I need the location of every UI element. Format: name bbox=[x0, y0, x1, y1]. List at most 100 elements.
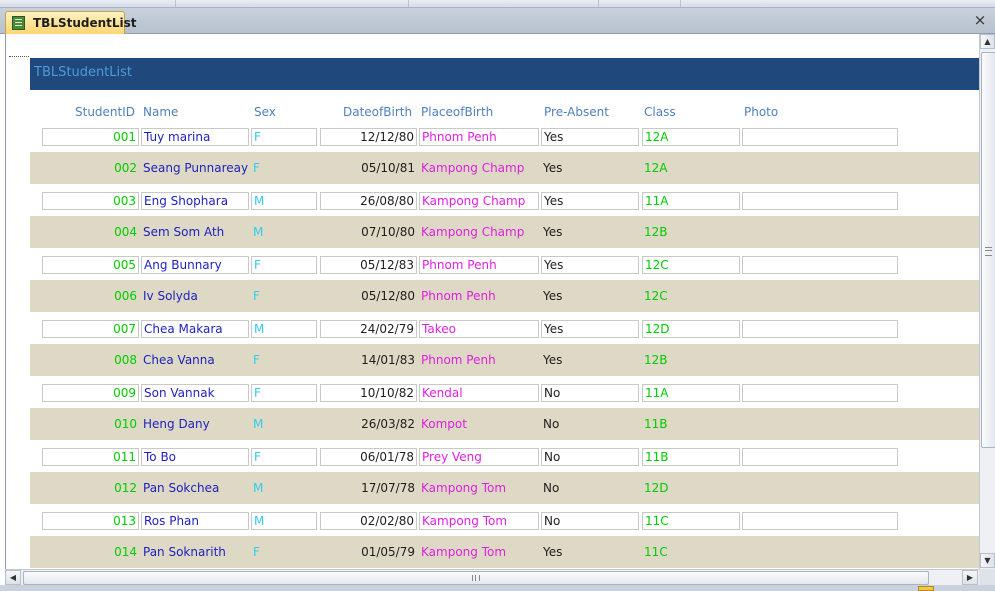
placeofbirth-field[interactable]: Prey Veng bbox=[419, 448, 539, 466]
placeofbirth-field[interactable]: Phnom Penh bbox=[419, 352, 539, 370]
class-field[interactable]: 12A bbox=[642, 160, 740, 178]
arrow-down-icon[interactable]: ▼ bbox=[980, 553, 995, 568]
pre-absent-field[interactable]: Yes bbox=[541, 288, 639, 306]
class-field[interactable]: 11A bbox=[642, 192, 740, 210]
placeofbirth-field[interactable]: Phnom Penh bbox=[419, 288, 539, 306]
student-id-field[interactable]: 003 bbox=[42, 192, 139, 210]
sex-field[interactable]: F bbox=[251, 384, 317, 402]
name-field[interactable]: Heng Dany bbox=[141, 416, 249, 434]
dateofbirth-field[interactable]: 06/01/78 bbox=[320, 448, 417, 466]
dateofbirth-field[interactable]: 01/05/79 bbox=[320, 544, 417, 562]
placeofbirth-field[interactable]: Kampong Champ bbox=[419, 224, 539, 242]
placeofbirth-field[interactable]: Kampong Champ bbox=[419, 160, 539, 178]
pre-absent-field[interactable]: Yes bbox=[541, 352, 639, 370]
placeofbirth-field[interactable]: Kampong Champ bbox=[419, 192, 539, 210]
class-field[interactable]: 11C bbox=[642, 544, 740, 562]
name-field[interactable]: To Bo bbox=[141, 448, 249, 466]
name-field[interactable]: Pan Soknarith bbox=[141, 544, 249, 562]
class-field[interactable]: 12A bbox=[642, 128, 740, 146]
placeofbirth-field[interactable]: Phnom Penh bbox=[419, 128, 539, 146]
class-field[interactable]: 12B bbox=[642, 352, 740, 370]
dateofbirth-field[interactable]: 24/02/79 bbox=[320, 320, 417, 338]
photo-field[interactable] bbox=[742, 192, 898, 210]
class-field[interactable]: 12C bbox=[642, 256, 740, 274]
photo-field[interactable] bbox=[742, 256, 898, 274]
vertical-scroll-thumb[interactable] bbox=[981, 52, 995, 448]
photo-field[interactable] bbox=[742, 384, 898, 402]
name-field[interactable]: Ros Phan bbox=[141, 512, 249, 530]
form-selector[interactable] bbox=[9, 56, 29, 58]
sex-field[interactable]: M bbox=[251, 192, 317, 210]
pre-absent-field[interactable]: Yes bbox=[541, 128, 639, 146]
student-id-field[interactable]: 014 bbox=[42, 544, 139, 562]
dateofbirth-field[interactable]: 05/10/81 bbox=[320, 160, 417, 178]
class-field[interactable]: 12B bbox=[642, 224, 740, 242]
sex-field[interactable]: F bbox=[251, 544, 317, 562]
pre-absent-field[interactable]: Yes bbox=[541, 160, 639, 178]
document-tab[interactable]: TBLStudentList bbox=[5, 11, 137, 34]
photo-field[interactable] bbox=[742, 320, 898, 338]
photo-field[interactable] bbox=[742, 512, 898, 530]
name-field[interactable]: Sem Som Ath bbox=[141, 224, 249, 242]
class-field[interactable]: 11A bbox=[642, 384, 740, 402]
pre-absent-field[interactable]: No bbox=[541, 416, 639, 434]
placeofbirth-field[interactable]: Kampong Tom bbox=[419, 512, 539, 530]
name-field[interactable]: Pan Sokchea bbox=[141, 480, 249, 498]
student-id-field[interactable]: 009 bbox=[42, 384, 139, 402]
pre-absent-field[interactable]: No bbox=[541, 448, 639, 466]
name-field[interactable]: Seang Punnareay bbox=[141, 160, 249, 178]
student-id-field[interactable]: 006 bbox=[42, 288, 139, 306]
sex-field[interactable]: M bbox=[251, 416, 317, 434]
class-field[interactable]: 12C bbox=[642, 288, 740, 306]
placeofbirth-field[interactable]: Takeo bbox=[419, 320, 539, 338]
sex-field[interactable]: M bbox=[251, 320, 317, 338]
sex-field[interactable]: M bbox=[251, 480, 317, 498]
placeofbirth-field[interactable]: Phnom Penh bbox=[419, 256, 539, 274]
name-field[interactable]: Eng Shophara bbox=[141, 192, 249, 210]
student-id-field[interactable]: 004 bbox=[42, 224, 139, 242]
sex-field[interactable]: F bbox=[251, 288, 317, 306]
name-field[interactable]: Ang Bunnary bbox=[141, 256, 249, 274]
pre-absent-field[interactable]: No bbox=[541, 384, 639, 402]
pre-absent-field[interactable]: Yes bbox=[541, 192, 639, 210]
close-icon[interactable]: × bbox=[973, 13, 987, 28]
student-id-field[interactable]: 010 bbox=[42, 416, 139, 434]
arrow-up-icon[interactable]: ▲ bbox=[980, 34, 995, 49]
class-field[interactable]: 12D bbox=[642, 320, 740, 338]
class-field[interactable]: 11C bbox=[642, 512, 740, 530]
dateofbirth-field[interactable]: 14/01/83 bbox=[320, 352, 417, 370]
student-id-field[interactable]: 002 bbox=[42, 160, 139, 178]
dateofbirth-field[interactable]: 07/10/80 bbox=[320, 224, 417, 242]
sex-field[interactable]: F bbox=[251, 256, 317, 274]
sex-field[interactable]: F bbox=[251, 448, 317, 466]
dateofbirth-field[interactable]: 10/10/82 bbox=[320, 384, 417, 402]
photo-field[interactable] bbox=[742, 128, 898, 146]
name-field[interactable]: Son Vannak bbox=[141, 384, 249, 402]
arrow-right-icon[interactable]: ▶ bbox=[962, 570, 978, 585]
class-field[interactable]: 11B bbox=[642, 448, 740, 466]
sex-field[interactable]: M bbox=[251, 512, 317, 530]
sex-field[interactable]: F bbox=[251, 128, 317, 146]
pre-absent-field[interactable]: Yes bbox=[541, 256, 639, 274]
student-id-field[interactable]: 011 bbox=[42, 448, 139, 466]
sex-field[interactable]: M bbox=[251, 224, 317, 242]
student-id-field[interactable]: 013 bbox=[42, 512, 139, 530]
name-field[interactable]: Iv Solyda bbox=[141, 288, 249, 306]
sex-field[interactable]: F bbox=[251, 160, 317, 178]
dateofbirth-field[interactable]: 26/08/80 bbox=[320, 192, 417, 210]
placeofbirth-field[interactable]: Kompot bbox=[419, 416, 539, 434]
placeofbirth-field[interactable]: Kendal bbox=[419, 384, 539, 402]
dateofbirth-field[interactable]: 05/12/83 bbox=[320, 256, 417, 274]
student-id-field[interactable]: 001 bbox=[42, 128, 139, 146]
name-field[interactable]: Chea Makara bbox=[141, 320, 249, 338]
class-field[interactable]: 11B bbox=[642, 416, 740, 434]
pre-absent-field[interactable]: No bbox=[541, 480, 639, 498]
placeofbirth-field[interactable]: Kampong Tom bbox=[419, 480, 539, 498]
placeofbirth-field[interactable]: Kampong Tom bbox=[419, 544, 539, 562]
pre-absent-field[interactable]: Yes bbox=[541, 320, 639, 338]
arrow-left-icon[interactable]: ◀ bbox=[5, 570, 21, 585]
dateofbirth-field[interactable]: 26/03/82 bbox=[320, 416, 417, 434]
student-id-field[interactable]: 012 bbox=[42, 480, 139, 498]
horizontal-scroll-thumb[interactable] bbox=[23, 571, 929, 585]
student-id-field[interactable]: 005 bbox=[42, 256, 139, 274]
